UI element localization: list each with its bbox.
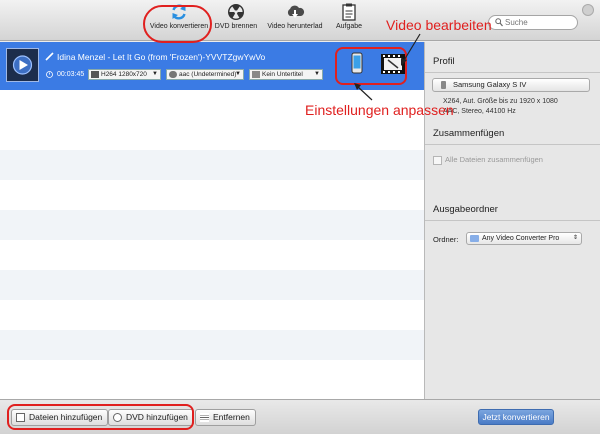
annotation-arrows <box>354 33 421 101</box>
arrowhead <box>401 58 407 66</box>
annotation-arrow-edit <box>402 33 421 63</box>
annotation-arrow-settings <box>356 85 373 101</box>
